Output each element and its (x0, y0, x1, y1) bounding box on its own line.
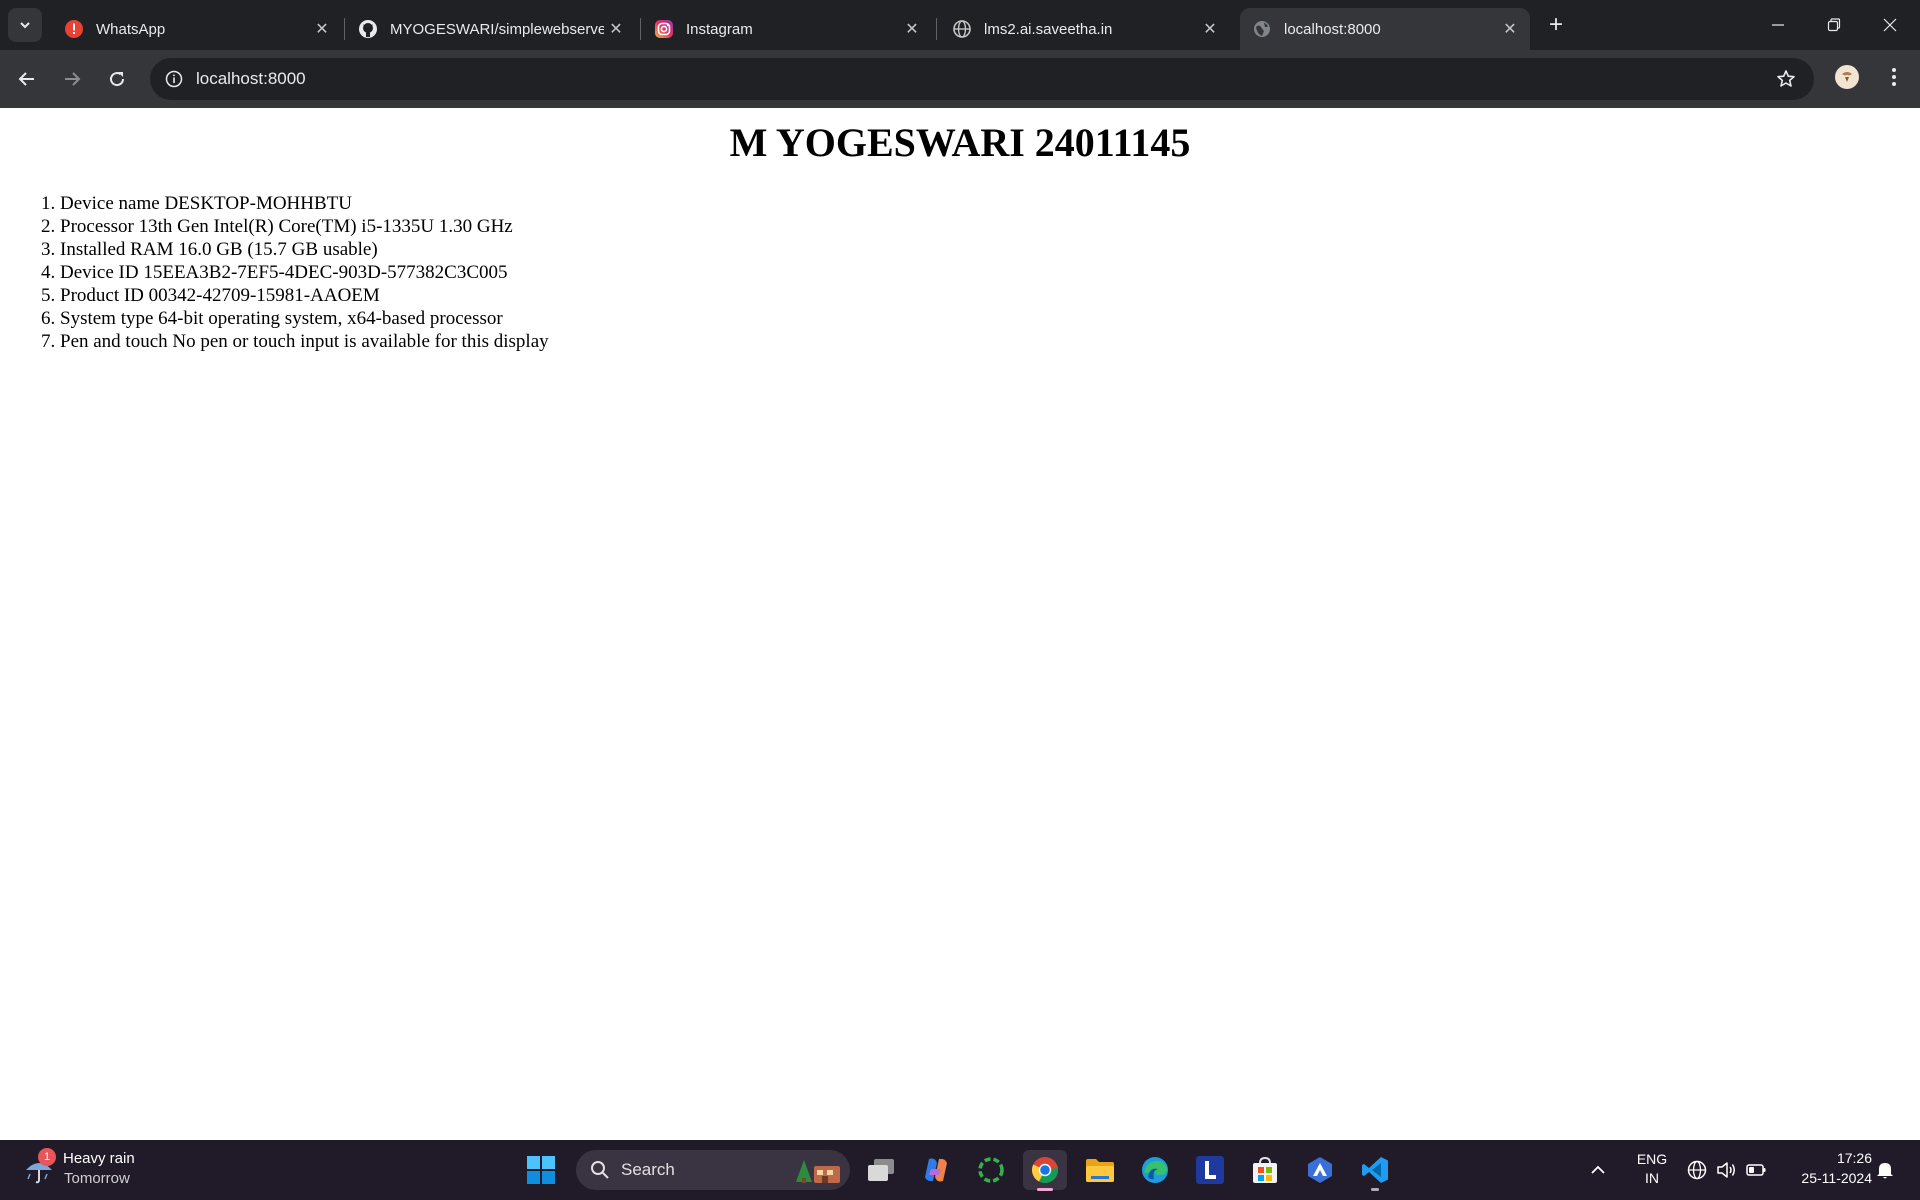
list-item: Product ID 00342-42709-15981-AAOEM (60, 284, 549, 307)
close-window-button[interactable] (1862, 0, 1918, 50)
tab-strip: WhatsApp ✕ MYOGESWARI/simplewebserver ✕ … (0, 0, 1920, 50)
tab-search-button[interactable] (8, 8, 42, 42)
battery-icon[interactable] (1745, 1159, 1767, 1181)
microsoft-store-button[interactable] (1243, 1150, 1287, 1190)
green-ring-app-icon (978, 1157, 1004, 1183)
file-explorer-button[interactable] (1078, 1150, 1122, 1190)
chevron-up-icon[interactable] (1588, 1160, 1608, 1180)
network-globe-icon[interactable] (1686, 1159, 1708, 1181)
page-title: M YOGESWARI 24011145 (729, 120, 1191, 165)
weather-title: Heavy rain (63, 1150, 135, 1167)
site-info-icon[interactable] (162, 67, 186, 91)
restore-icon (1827, 18, 1841, 32)
browser-toolbar: localhost:8000 (0, 50, 1920, 108)
browser-menu-button[interactable] (1880, 63, 1908, 91)
tab-title: lms2.ai.saveetha.in (984, 20, 1113, 38)
more-vert-icon (1892, 68, 1896, 86)
copilot-button[interactable] (914, 1150, 958, 1190)
tab-title: Instagram (686, 20, 753, 38)
volume-icon[interactable] (1715, 1159, 1737, 1181)
list-item: System type 64-bit operating system, x64… (60, 307, 549, 330)
system-info-list: Device name DESKTOP-MOHHBTU Processor 13… (18, 192, 549, 353)
vscode-icon (1362, 1157, 1388, 1183)
store-icon (1253, 1156, 1277, 1183)
running-app-indicator (1371, 1188, 1379, 1191)
globe-icon (952, 19, 972, 39)
green-ring-app-button[interactable] (969, 1150, 1013, 1190)
windows-start-icon[interactable] (526, 1155, 556, 1185)
tab-title: MYOGESWARI/simplewebserver (390, 20, 604, 38)
arc-app-icon (1308, 1157, 1332, 1183)
chrome-button[interactable] (1023, 1150, 1067, 1190)
list-item: Installed RAM 16.0 GB (15.7 GB usable) (60, 238, 549, 261)
minimize-icon (1772, 24, 1784, 26)
close-icon (1883, 18, 1897, 32)
reload-icon (110, 72, 125, 87)
avatar-icon (1842, 72, 1852, 82)
l-app-icon (1196, 1156, 1224, 1184)
close-icon[interactable]: ✕ (1198, 17, 1222, 41)
copilot-icon (925, 1158, 947, 1182)
forward-button[interactable] (56, 63, 88, 95)
minimize-button[interactable] (1750, 0, 1806, 50)
l-app-button[interactable] (1188, 1150, 1232, 1190)
tab-lms[interactable]: lms2.ai.saveetha.in ✕ (940, 8, 1230, 50)
list-item: Pen and touch No pen or touch input is a… (60, 330, 549, 353)
close-icon[interactable]: ✕ (604, 17, 628, 41)
edge-icon (1142, 1157, 1168, 1183)
tab-separator (344, 18, 345, 40)
tab-separator (936, 18, 937, 40)
arc-app-button[interactable] (1298, 1150, 1342, 1190)
close-icon[interactable]: ✕ (900, 17, 924, 41)
notification-badge: 1 (38, 1148, 56, 1166)
list-item: Device ID 15EEA3B2-7EF5-4DEC-903D-577382… (60, 261, 549, 284)
address-text[interactable]: localhost:8000 (196, 69, 306, 89)
github-icon (358, 19, 378, 39)
tab-github[interactable]: MYOGESWARI/simplewebserver ✕ (346, 8, 636, 50)
clock-time: 17:26 (1836, 1150, 1872, 1166)
search-highlight-icon (796, 1160, 840, 1183)
tab-whatsapp[interactable]: WhatsApp ✕ (52, 8, 342, 50)
back-button[interactable] (11, 63, 43, 95)
region-code: IN (1645, 1170, 1659, 1186)
globe-icon (1252, 19, 1272, 39)
whatsapp-alert-icon (64, 19, 84, 39)
active-app-indicator (1037, 1188, 1053, 1191)
tab-separator (640, 18, 641, 40)
folder-icon (1086, 1159, 1114, 1182)
close-icon[interactable]: ✕ (310, 17, 334, 41)
page-content: M YOGESWARI 24011145 Device name DESKTOP… (0, 108, 1920, 1140)
tab-instagram[interactable]: Instagram ✕ (642, 8, 932, 50)
clock-date: 25-11-2024 (1801, 1170, 1872, 1186)
profile-avatar[interactable] (1835, 65, 1859, 89)
tab-title: WhatsApp (96, 20, 166, 38)
chevron-down-icon (20, 22, 30, 29)
chrome-icon (1031, 1157, 1058, 1183)
close-icon[interactable]: ✕ (1498, 17, 1522, 41)
search-label: Search (621, 1160, 675, 1179)
arrow-left-icon (18, 72, 34, 86)
tab-localhost[interactable]: localhost:8000 ✕ (1240, 8, 1530, 50)
reload-button[interactable] (101, 63, 133, 95)
tab-title: localhost:8000 (1284, 20, 1381, 38)
restore-button[interactable] (1806, 0, 1862, 50)
list-item: Device name DESKTOP-MOHHBTU (60, 192, 549, 215)
new-tab-button[interactable]: + (1541, 10, 1571, 40)
language-indicator[interactable]: ENG IN (1630, 1150, 1674, 1188)
star-icon[interactable] (1774, 67, 1798, 91)
instagram-icon (654, 19, 674, 39)
task-view-button[interactable] (859, 1150, 903, 1190)
taskbar-search[interactable]: Search (576, 1150, 850, 1190)
task-view-icon (868, 1159, 894, 1181)
notification-bell-icon[interactable] (1874, 1159, 1896, 1181)
weather-subtitle: Tomorrow (64, 1170, 130, 1187)
address-bar[interactable]: localhost:8000 (150, 58, 1814, 100)
list-item: Processor 13th Gen Intel(R) Core(TM) i5-… (60, 215, 549, 238)
edge-button[interactable] (1133, 1150, 1177, 1190)
search-icon (591, 1161, 609, 1179)
arrow-right-icon (65, 72, 81, 86)
vscode-button[interactable] (1353, 1150, 1397, 1190)
language-code: ENG (1636, 1151, 1668, 1167)
